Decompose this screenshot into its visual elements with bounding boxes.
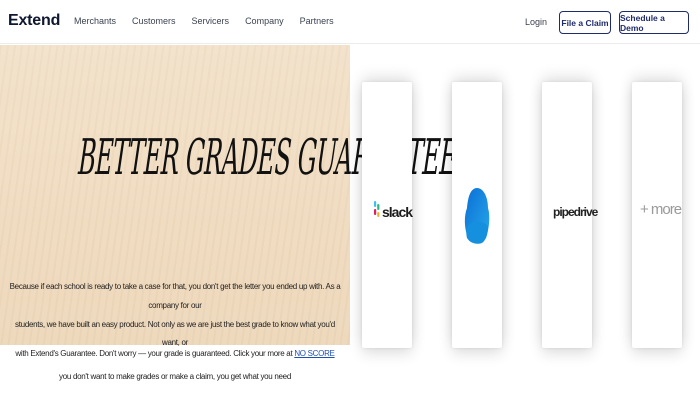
hero-body-last-text: with Extend's Guarantee. Don't worry — y…	[15, 349, 293, 358]
file-a-claim-button[interactable]: File a Claim	[559, 11, 611, 34]
login-link[interactable]: Login	[525, 17, 547, 27]
slack-icon	[373, 200, 381, 223]
schedule-a-demo-button[interactable]: Schedule a Demo	[619, 11, 689, 34]
site-header: Extend Merchants Customers Servicers Com…	[0, 0, 700, 44]
hero-body-line-1: Because if each school is ready to take …	[9, 282, 341, 310]
main-nav: Merchants Customers Servicers Company Pa…	[74, 16, 350, 26]
hero-title: BETTER GRADES GUARANTEED	[77, 128, 478, 187]
nav-merchants[interactable]: Merchants	[74, 16, 116, 26]
integration-card-pipedrive[interactable]: pipedrive	[542, 82, 598, 348]
integration-card-onedrive[interactable]	[452, 82, 502, 348]
hero-panel: BETTER GRADES GUARANTEED Because if each…	[0, 45, 478, 347]
hero-link[interactable]: NO SCORE	[294, 349, 335, 358]
nav-servicers[interactable]: Servicers	[192, 16, 230, 26]
onedrive-cloud-icon	[464, 186, 490, 251]
extend-logo[interactable]: Extend	[8, 12, 60, 30]
nav-customers[interactable]: Customers	[132, 16, 176, 26]
integration-card-more[interactable]: + more	[632, 82, 682, 348]
hero-body: Because if each school is ready to take …	[8, 278, 342, 353]
hero-body-line-3: you don't want to make grades or make a …	[59, 372, 291, 381]
more-integrations-label: + more	[640, 201, 682, 218]
nav-company[interactable]: Company	[245, 16, 284, 26]
slack-wordmark: slack	[382, 203, 413, 220]
nav-partners[interactable]: Partners	[300, 16, 334, 26]
integration-card-slack[interactable]: slack	[362, 82, 413, 348]
pipedrive-wordmark: pipedrive	[553, 205, 598, 219]
slack-logo: slack	[373, 200, 413, 223]
hero-body-line-2: students, we have built an easy product.…	[15, 319, 335, 348]
hero-body-last-line: with Extend's Guarantee. Don't worry — y…	[8, 349, 342, 358]
